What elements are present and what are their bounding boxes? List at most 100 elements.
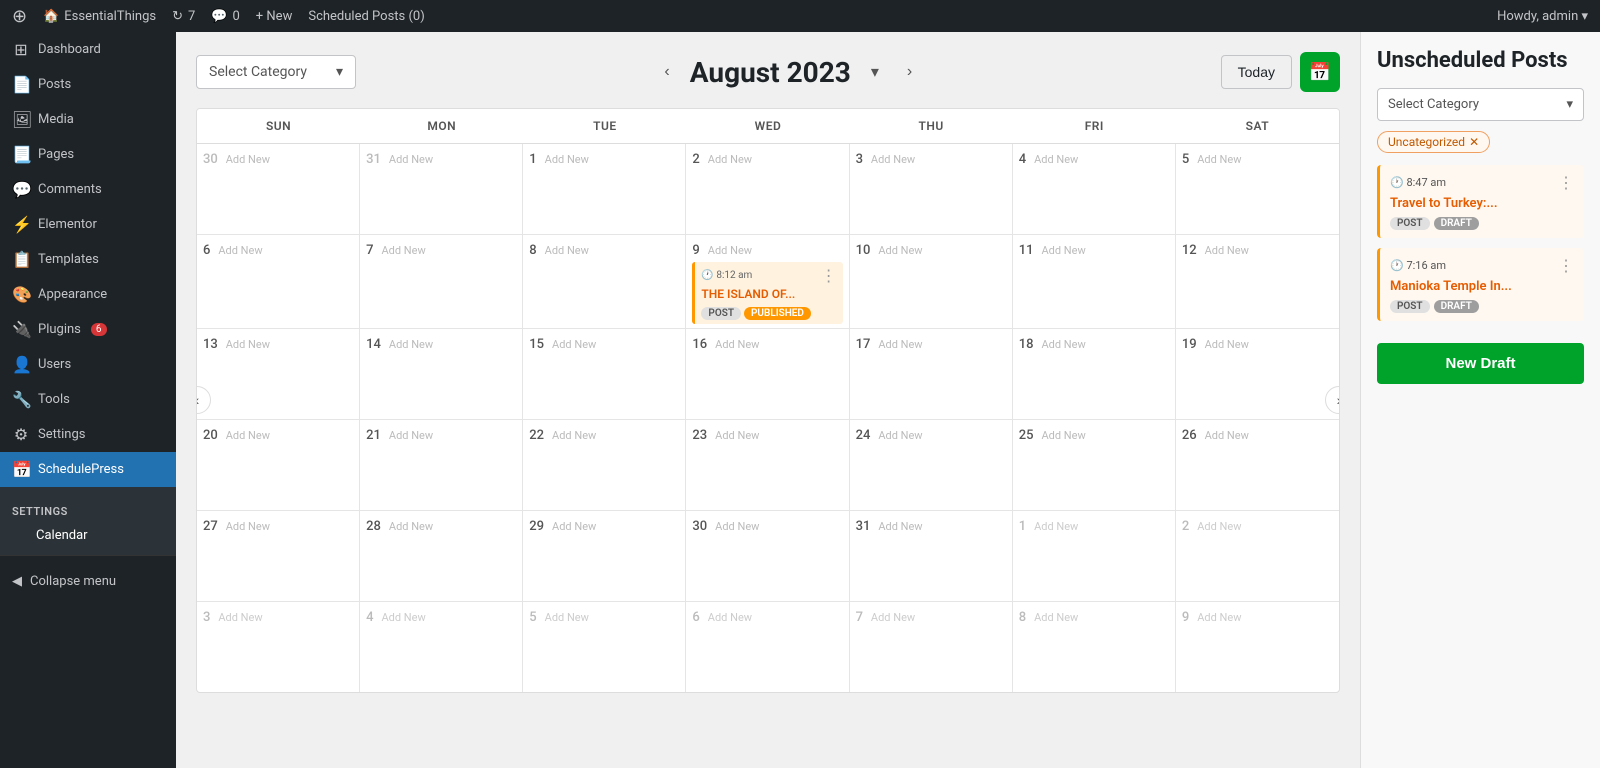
add-new-link[interactable]: Add New bbox=[715, 520, 759, 533]
day-number: 11 bbox=[1019, 243, 1034, 258]
add-new-link[interactable]: Add New bbox=[1205, 244, 1249, 257]
add-new-link[interactable]: Add New bbox=[545, 244, 589, 257]
calendar-day-2-next: 2 Add New bbox=[1176, 511, 1339, 601]
sidebar-item-elementor[interactable]: ⚡ Elementor bbox=[0, 207, 176, 242]
post-options-button-2[interactable]: ⋮ bbox=[1558, 256, 1574, 275]
day-number: 12 bbox=[1182, 243, 1197, 258]
add-new-link[interactable]: Add New bbox=[871, 611, 915, 624]
month-dropdown-button[interactable]: ▾ bbox=[863, 58, 887, 86]
day-header-sun: SUN bbox=[197, 109, 360, 143]
next-month-button[interactable]: › bbox=[899, 59, 920, 85]
post-options-button[interactable]: ⋮ bbox=[821, 266, 837, 285]
plugins-badge: 6 bbox=[91, 323, 107, 336]
calendar-day-6: 6 Add New bbox=[197, 235, 360, 328]
sidebar-item-templates[interactable]: 📋 Templates bbox=[0, 242, 176, 277]
add-new-link[interactable]: Add New bbox=[878, 429, 922, 442]
calendar-day-23: 23 Add New bbox=[686, 420, 849, 510]
calendar-header: Select Category ▾ ‹ August 2023 ▾ › Toda… bbox=[196, 52, 1340, 92]
calendar-day-31: 31 Add New bbox=[850, 511, 1013, 601]
add-new-link[interactable]: Add New bbox=[226, 429, 270, 442]
add-new-link[interactable]: Add New bbox=[715, 429, 759, 442]
clock-icon-1: 🕐 8:47 am bbox=[1390, 176, 1446, 189]
category-select-dropdown[interactable]: Select Category ▾ bbox=[196, 55, 356, 89]
unscheduled-post-card-2[interactable]: 🕐 7:16 am ⋮ Manioka Temple In... POST DR… bbox=[1377, 248, 1584, 321]
add-new-link[interactable]: Add New bbox=[1197, 520, 1241, 533]
day-number: 3 bbox=[203, 610, 210, 625]
settings-section-title: Settings bbox=[0, 493, 176, 522]
add-new-link[interactable]: Add New bbox=[1034, 520, 1078, 533]
post-card-tags: POST PUBLISHED bbox=[701, 307, 836, 320]
add-new-link[interactable]: Add New bbox=[1034, 611, 1078, 624]
post-card[interactable]: 🕐 8:12 am ⋮ THE ISLAND OF... POST PUBLIS… bbox=[692, 262, 842, 324]
add-new-link[interactable]: Add New bbox=[552, 429, 596, 442]
add-new-link[interactable]: Add New bbox=[382, 244, 426, 257]
add-new-link[interactable]: Add New bbox=[708, 244, 752, 257]
today-button[interactable]: Today bbox=[1221, 55, 1292, 89]
sidebar-item-schedulepress[interactable]: 📅 SchedulePress bbox=[0, 452, 176, 487]
post-card-time: 🕐 8:12 am ⋮ bbox=[701, 266, 836, 285]
add-new-link[interactable]: Add New bbox=[1205, 429, 1249, 442]
sidebar: ⊞ Dashboard 📄 Posts 🖼 Media 📃 Pages 💬 Co… bbox=[0, 32, 176, 768]
add-new-link[interactable]: Add New bbox=[389, 429, 433, 442]
add-new-link[interactable]: Add New bbox=[871, 153, 915, 166]
day-number: 25 bbox=[1019, 428, 1034, 443]
add-new-link[interactable]: Add New bbox=[226, 520, 270, 533]
add-new-link[interactable]: Add New bbox=[226, 153, 270, 166]
add-new-link[interactable]: Add New bbox=[1034, 153, 1078, 166]
new-draft-button[interactable]: New Draft bbox=[1377, 343, 1584, 384]
comments-item[interactable]: 💬 0 bbox=[211, 9, 240, 24]
add-new-link[interactable]: Add New bbox=[218, 244, 262, 257]
sidebar-item-pages[interactable]: 📃 Pages bbox=[0, 137, 176, 172]
add-new-link[interactable]: Add New bbox=[552, 520, 596, 533]
add-new-link[interactable]: Add New bbox=[552, 338, 596, 351]
wp-logo[interactable]: ⊕ bbox=[12, 6, 27, 27]
collapse-menu[interactable]: ◀ Collapse menu bbox=[0, 564, 176, 599]
add-new-link[interactable]: Add New bbox=[218, 611, 262, 624]
scheduled-posts-item[interactable]: Scheduled Posts (0) bbox=[308, 9, 424, 24]
sidebar-item-tools[interactable]: 🔧 Tools bbox=[0, 382, 176, 417]
new-item[interactable]: + New bbox=[256, 9, 293, 24]
add-new-link[interactable]: Add New bbox=[382, 611, 426, 624]
panel-category-select[interactable]: Select Category ▾ bbox=[1377, 88, 1584, 121]
sidebar-item-users[interactable]: 👤 Users bbox=[0, 347, 176, 382]
uncategorized-filter[interactable]: Uncategorized ✕ bbox=[1377, 131, 1584, 165]
sidebar-item-dashboard[interactable]: ⊞ Dashboard bbox=[0, 32, 176, 67]
site-name[interactable]: 🏠 EssentialThings bbox=[43, 9, 156, 24]
add-new-link[interactable]: Add New bbox=[1041, 244, 1085, 257]
add-new-link[interactable]: Add New bbox=[708, 153, 752, 166]
unscheduled-post-card-1[interactable]: 🕐 8:47 am ⋮ Travel to Turkey:... POST DR… bbox=[1377, 165, 1584, 238]
post-options-button-1[interactable]: ⋮ bbox=[1558, 173, 1574, 192]
sidebar-item-media[interactable]: 🖼 Media bbox=[0, 102, 176, 137]
day-number: 16 bbox=[692, 337, 707, 352]
add-new-link[interactable]: Add New bbox=[878, 520, 922, 533]
add-new-link[interactable]: Add New bbox=[1041, 338, 1085, 351]
howdy-text[interactable]: Howdy, admin ▾ bbox=[1497, 9, 1588, 24]
sidebar-item-appearance[interactable]: 🎨 Appearance bbox=[0, 277, 176, 312]
content-area: Select Category ▾ ‹ August 2023 ▾ › Toda… bbox=[176, 32, 1600, 768]
calendar-view-button[interactable]: 📅 bbox=[1300, 52, 1340, 92]
sidebar-item-comments[interactable]: 💬 Comments bbox=[0, 172, 176, 207]
sidebar-item-plugins[interactable]: 🔌 Plugins 6 bbox=[0, 312, 176, 347]
add-new-link[interactable]: Add New bbox=[715, 338, 759, 351]
add-new-link[interactable]: Add New bbox=[708, 611, 752, 624]
updates-item[interactable]: ↻ 7 bbox=[172, 9, 195, 24]
add-new-link[interactable]: Add New bbox=[1205, 338, 1249, 351]
sidebar-item-posts[interactable]: 📄 Posts bbox=[0, 67, 176, 102]
sidebar-item-settings[interactable]: ⚙ Settings bbox=[0, 417, 176, 452]
add-new-link[interactable]: Add New bbox=[545, 153, 589, 166]
add-new-link[interactable]: Add New bbox=[1197, 611, 1241, 624]
add-new-link[interactable]: Add New bbox=[389, 338, 433, 351]
add-new-link[interactable]: Add New bbox=[545, 611, 589, 624]
add-new-link[interactable]: Add New bbox=[226, 338, 270, 351]
add-new-link[interactable]: Add New bbox=[389, 153, 433, 166]
prev-month-button[interactable]: ‹ bbox=[656, 59, 677, 85]
calendar-day-5-next: 5 Add New bbox=[523, 602, 686, 692]
add-new-link[interactable]: Add New bbox=[878, 244, 922, 257]
add-new-link[interactable]: Add New bbox=[1041, 429, 1085, 442]
add-new-link[interactable]: Add New bbox=[1197, 153, 1241, 166]
add-new-link[interactable]: Add New bbox=[878, 338, 922, 351]
sidebar-sub-calendar[interactable]: Calendar bbox=[0, 522, 176, 549]
remove-filter-icon[interactable]: ✕ bbox=[1469, 135, 1479, 149]
add-new-link[interactable]: Add New bbox=[389, 520, 433, 533]
calendar-day-22: 22 Add New bbox=[523, 420, 686, 510]
